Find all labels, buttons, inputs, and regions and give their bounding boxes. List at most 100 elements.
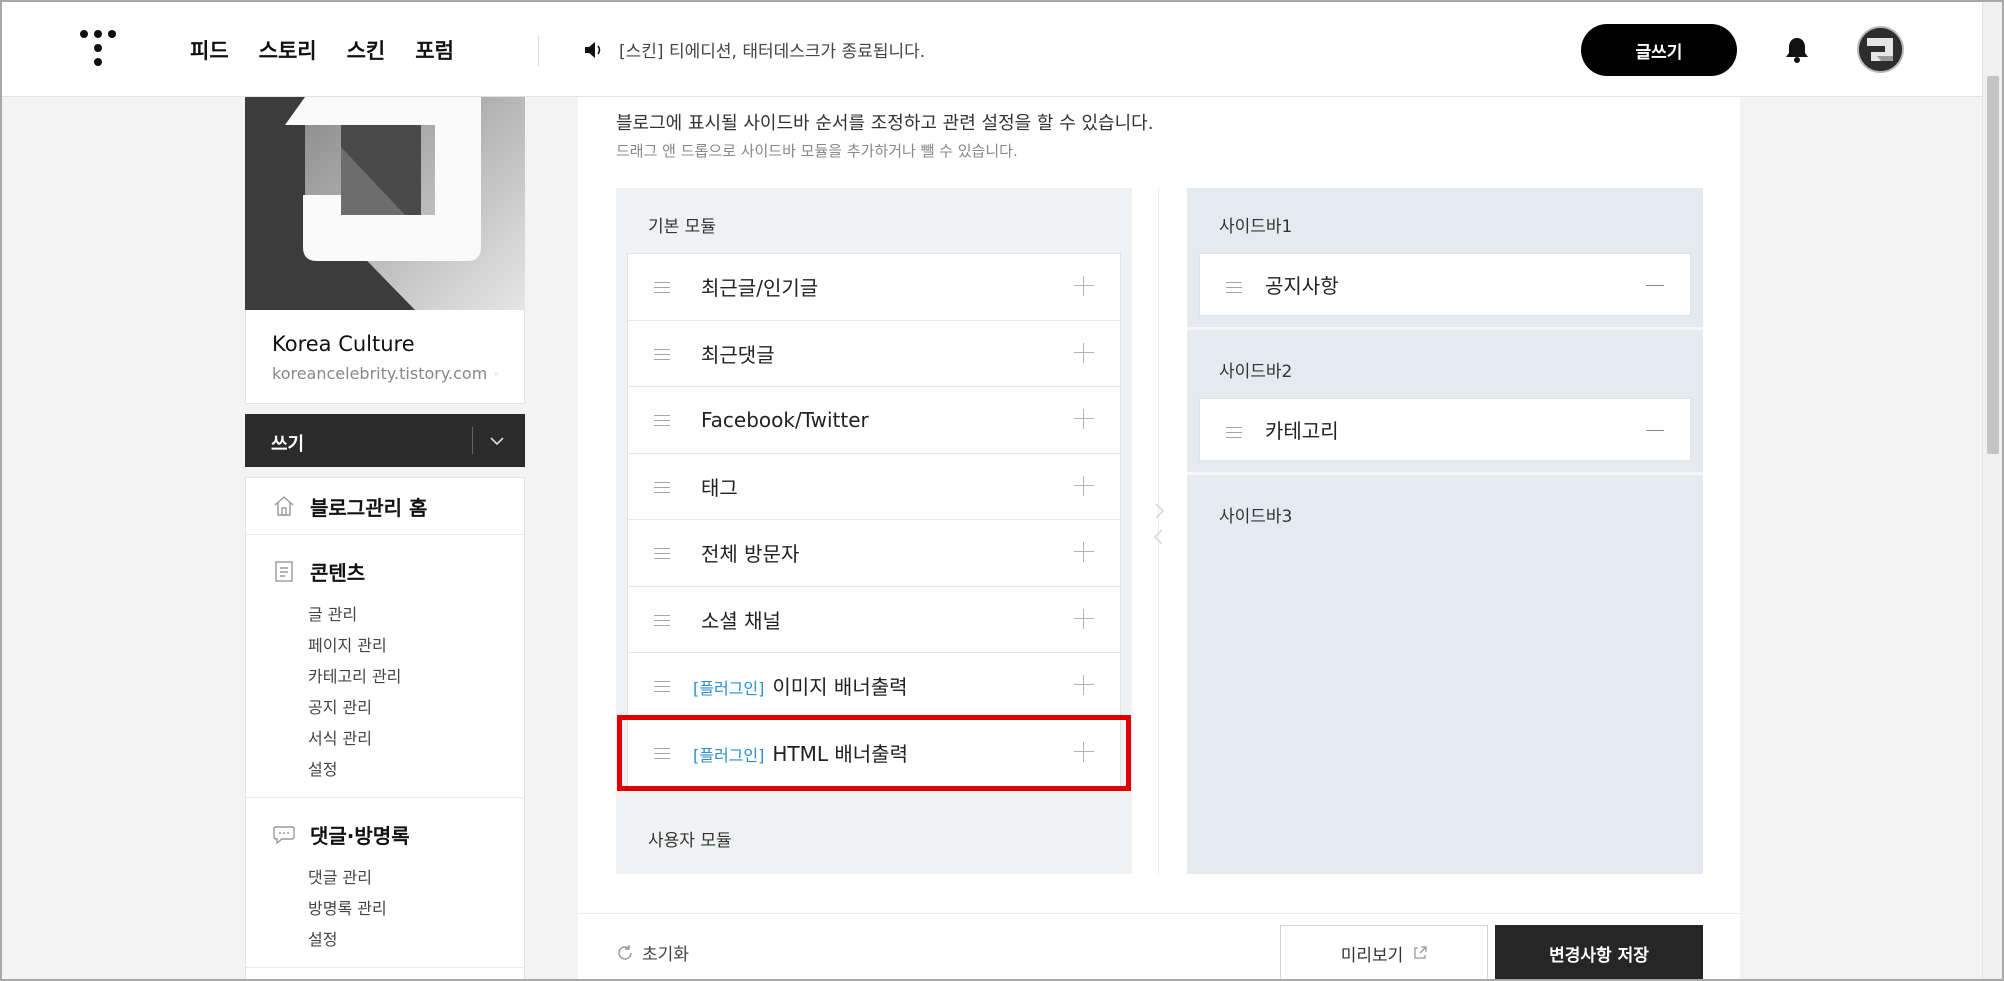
sidebar2-label: 사이드바2 (1219, 362, 1293, 382)
page-scrollbar[interactable] (1982, 2, 2002, 979)
scroll-thumb[interactable] (1987, 76, 1999, 454)
chevron-left-icon[interactable] (1149, 525, 1169, 549)
plus-icon[interactable] (1074, 276, 1094, 296)
avatar-logo-icon (1859, 28, 1902, 71)
nav-story[interactable]: 스토리 (259, 35, 317, 65)
drag-handle-icon[interactable] (654, 747, 670, 759)
basic-module-list: 최근글/인기글 최근댓글 Facebook/Twitter 태그 전체 방문자 … (617, 253, 1131, 791)
sidebar1-module-item[interactable]: 공지사항 (1199, 253, 1691, 316)
plus-icon[interactable] (1074, 675, 1094, 695)
module-name: 카테고리 (1265, 419, 1339, 443)
nav-feed[interactable]: 피드 (190, 35, 229, 65)
menu-sub-notices[interactable]: 공지 관리 (246, 692, 524, 723)
save-changes-button[interactable]: 변경사항 저장 (1495, 925, 1703, 979)
sidebar-column: 사이드바1 공지사항 사이드바2 카테고리 사이드바3 (1187, 188, 1703, 874)
preview-button[interactable]: 미리보기 (1280, 925, 1488, 979)
blog-url-text: koreancelebrity.tistory.com (272, 364, 488, 383)
drag-handle-icon[interactable] (654, 548, 670, 559)
menu-home-label: 블로그관리 홈 (310, 495, 428, 520)
module-name: 최근댓글 (701, 342, 775, 367)
minus-icon[interactable] (1646, 285, 1664, 286)
menu-comments-title[interactable]: 댓글·방명록 (246, 806, 524, 862)
plus-icon[interactable] (1074, 342, 1094, 363)
menu-sub-pages[interactable]: 페이지 관리 (246, 630, 524, 661)
notice-bar[interactable]: [스킨] 티에디션, 태터데스크가 종료됩니다. (583, 2, 925, 97)
blog-url-link[interactable]: koreancelebrity.tistory.com (272, 364, 498, 383)
drag-handle-icon[interactable] (654, 614, 670, 626)
tistory-logo-icon[interactable] (80, 30, 116, 70)
module-item-html-banner-highlighted[interactable]: [플러그인] HTML 배너출력 (617, 714, 1131, 791)
module-tag: [플러그인] (693, 679, 765, 699)
preview-label: 미리보기 (1340, 945, 1404, 966)
top-header: 피드 스토리 스킨 포럼 [스킨] 티에디션, 태터데스크가 종료됩니다. 글쓰… (2, 2, 2002, 97)
document-icon (275, 561, 293, 582)
plus-icon[interactable] (1074, 608, 1094, 629)
module-name: 이미지 배너출력 (772, 675, 908, 700)
external-link-icon (495, 372, 498, 375)
chevron-down-icon[interactable] (483, 431, 511, 451)
module-name: 태그 (701, 475, 738, 500)
menu-sub-contents-settings[interactable]: 설정 (246, 754, 524, 785)
module-name: 전체 방문자 (701, 542, 800, 567)
header-divider (538, 36, 539, 66)
blog-name[interactable]: Korea Culture (272, 332, 498, 356)
menu-sub-categories[interactable]: 카테고리 관리 (246, 661, 524, 692)
menu-section-comments: 댓글·방명록 댓글 관리 방명록 관리 설정 (246, 798, 524, 968)
bell-icon[interactable] (1781, 34, 1813, 66)
drag-handle-icon[interactable] (654, 282, 670, 293)
basic-modules-label: 기본 모듈 (648, 217, 716, 237)
user-modules-label: 사용자 모듈 (648, 831, 732, 851)
menu-sub-posts[interactable]: 글 관리 (246, 599, 524, 630)
drag-handle-icon[interactable] (1226, 427, 1242, 438)
write-post-button[interactable]: 글쓰기 (1581, 24, 1737, 76)
module-item[interactable]: 최근댓글 (628, 321, 1120, 387)
reset-button[interactable]: 초기화 (616, 940, 689, 965)
nav-skin[interactable]: 스킨 (347, 35, 386, 65)
menu-section-home: 블로그관리 홈 (246, 478, 524, 535)
menu-comments-label: 댓글·방명록 (310, 823, 410, 848)
menu-contents-title[interactable]: 콘텐츠 (246, 543, 524, 599)
menu-sub-comments-settings[interactable]: 설정 (246, 924, 524, 955)
minus-icon[interactable] (1646, 430, 1664, 431)
sidebar2-module-item[interactable]: 카테고리 (1199, 398, 1691, 461)
sidebar3-section[interactable]: 사이드바3 (1187, 478, 1703, 874)
panel-subdescription: 드래그 앤 드롭으로 사이드바 모듈을 추가하거나 뺄 수 있습니다. (616, 142, 1018, 160)
menu-sub-templates[interactable]: 서식 관리 (246, 723, 524, 754)
module-item[interactable]: [플러그인] 이미지 배너출력 (628, 653, 1120, 720)
menu-sub-comments[interactable]: 댓글 관리 (246, 862, 524, 893)
module-item[interactable]: 소셜 채널 (628, 587, 1120, 653)
module-item[interactable]: Facebook/Twitter (628, 387, 1120, 454)
plus-icon[interactable] (1074, 475, 1094, 496)
user-avatar[interactable] (1857, 26, 1904, 73)
menu-contents-label: 콘텐츠 (310, 560, 366, 585)
nav-forum[interactable]: 포럼 (415, 35, 454, 65)
drag-handle-icon[interactable] (654, 681, 670, 692)
external-link-icon (1414, 946, 1427, 959)
module-library-column: 기본 모듈 최근글/인기글 최근댓글 Facebook/Twitter 태그 전… (616, 188, 1132, 874)
write-dropdown-bar[interactable]: 쓰기 (245, 414, 525, 467)
chevron-right-icon[interactable] (1149, 499, 1169, 523)
sidebar2-section: 사이드바2 카테고리 (1187, 333, 1703, 475)
module-name: HTML 배너출력 (772, 742, 908, 767)
drag-handle-icon[interactable] (654, 481, 670, 493)
drag-handle-icon[interactable] (654, 415, 670, 426)
write-bar-divider (472, 427, 473, 454)
menu-home-link[interactable]: 블로그관리 홈 (246, 478, 524, 534)
module-name: 소셜 채널 (701, 608, 781, 633)
home-icon (274, 496, 294, 516)
menu-sub-guestbook[interactable]: 방명록 관리 (246, 893, 524, 924)
plus-icon[interactable] (1074, 741, 1094, 762)
menu-section-contents: 콘텐츠 글 관리 페이지 관리 카테고리 관리 공지 관리 서식 관리 설정 (246, 535, 524, 798)
module-name: 최근글/인기글 (701, 276, 819, 301)
reset-label: 초기화 (642, 945, 689, 965)
module-item[interactable]: 전체 방문자 (628, 520, 1120, 587)
sidebar-settings-panel: 블로그에 표시될 사이드바 순서를 조정하고 관련 설정을 할 수 있습니다. … (578, 97, 1740, 979)
notice-text: [스킨] 티에디션, 태터데스크가 종료됩니다. (619, 42, 926, 62)
plus-icon[interactable] (1074, 409, 1094, 429)
plus-icon[interactable] (1074, 542, 1094, 562)
speaker-icon (585, 41, 601, 58)
drag-handle-icon[interactable] (654, 348, 670, 360)
module-item[interactable]: 최근글/인기글 (628, 254, 1120, 321)
module-item[interactable]: 태그 (628, 454, 1120, 520)
drag-handle-icon[interactable] (1226, 282, 1242, 293)
